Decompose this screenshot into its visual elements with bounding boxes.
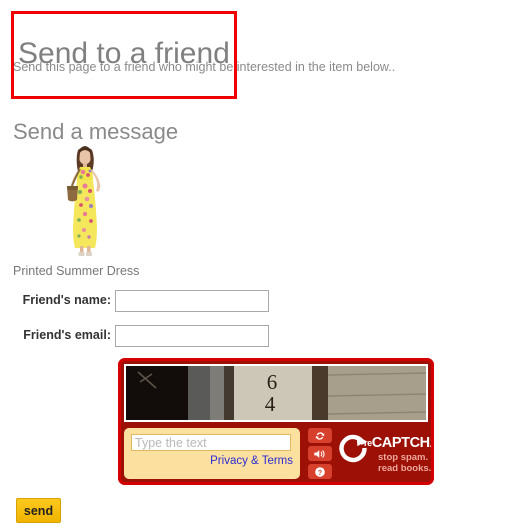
captcha-controls-row: Privacy & Terms: [124, 428, 447, 479]
refresh-icon[interactable]: [308, 428, 332, 443]
friend-name-input[interactable]: [115, 290, 269, 312]
recaptcha-re-text: re: [364, 438, 372, 448]
recaptcha-tagline: stop spam. read books.: [378, 452, 432, 474]
recaptcha-captcha-text: CAPTCHA: [371, 435, 440, 451]
recaptcha-branding: reCAPTCHA™ stop spam. read books.: [338, 430, 447, 478]
tagline-line-2: read books.: [378, 462, 432, 474]
friend-name-label: Friend's name:: [22, 293, 111, 307]
recaptcha-widget: 6 4 Privacy & Terms: [118, 358, 447, 485]
page-subtitle: Send this page to a friend who might be …: [13, 60, 396, 74]
recaptcha-wordmark: reCAPTCHA™: [364, 435, 447, 451]
privacy-and-terms-link[interactable]: Privacy & Terms: [131, 455, 293, 467]
audio-icon[interactable]: [308, 446, 332, 461]
product-thumbnail: [45, 142, 125, 260]
captcha-button-group: ?: [308, 428, 332, 479]
tagline-line-1: stop spam.: [378, 452, 429, 463]
friend-email-label: Friend's email:: [23, 328, 111, 342]
friend-name-label-holder: Friend's name:: [13, 290, 111, 314]
send-to-friend-page: Send to a friend Send this page to a fri…: [0, 0, 529, 532]
captcha-text-input[interactable]: [131, 434, 291, 451]
captcha-challenge-image: 6 4: [124, 364, 428, 422]
friend-email-input[interactable]: [115, 325, 269, 347]
page-title-annotation-box: Send to a friend: [11, 11, 237, 100]
send-button[interactable]: send: [16, 498, 61, 523]
captcha-entry-panel: Privacy & Terms: [124, 428, 300, 479]
svg-text:?: ?: [318, 469, 322, 476]
help-icon[interactable]: ?: [308, 464, 332, 479]
svg-text:6: 6: [267, 370, 278, 394]
trademark-icon: ™: [439, 437, 447, 444]
product-name: Printed Summer Dress: [13, 264, 140, 278]
friend-email-label-holder: Friend's email:: [13, 325, 111, 349]
svg-text:4: 4: [265, 392, 276, 416]
